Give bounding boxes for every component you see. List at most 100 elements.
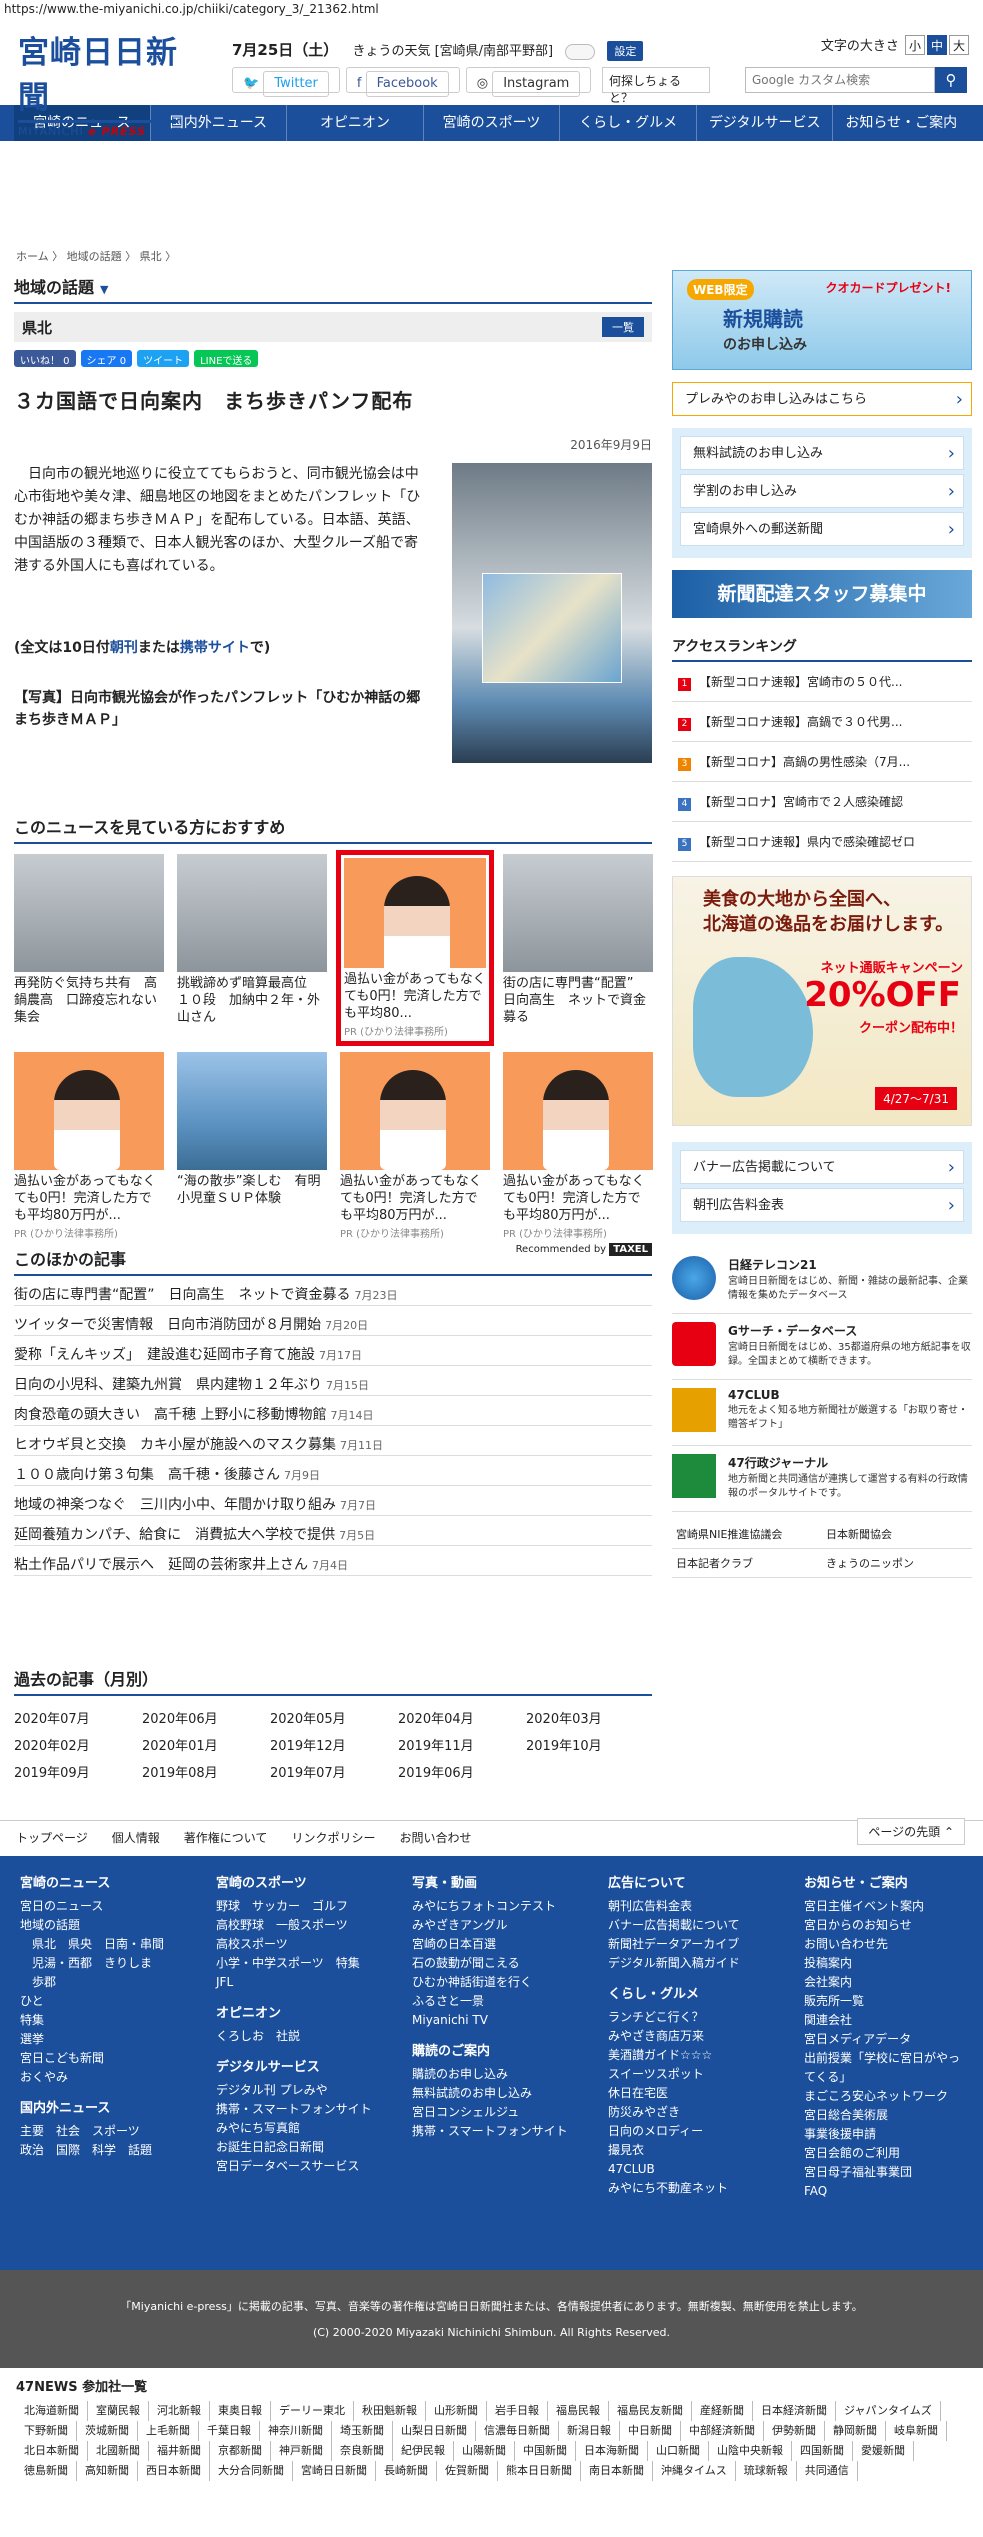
outside-link[interactable]: 宮崎県外への郵送新聞: [680, 512, 964, 547]
month-link[interactable]: 2019年07月: [270, 1762, 398, 1781]
news47-link[interactable]: 四国新聞: [792, 2441, 853, 2461]
footer-link[interactable]: みやざきアングル: [412, 1916, 568, 1935]
footer-link[interactable]: バナー広告掲載について: [608, 1916, 740, 1935]
month-link[interactable]: 2019年11月: [398, 1735, 526, 1754]
font-small-button[interactable]: 小: [905, 35, 925, 55]
news47-link[interactable]: 埼玉新聞: [332, 2421, 393, 2441]
news47-link[interactable]: 中国新聞: [515, 2441, 576, 2461]
section-title[interactable]: 地域の話題 ▼: [14, 270, 652, 304]
footer-link[interactable]: ふるさと一景: [412, 1992, 568, 2011]
news47-link[interactable]: 神戸新聞: [271, 2441, 332, 2461]
footer-link[interactable]: JFL: [216, 1973, 372, 1992]
footer-link[interactable]: 高校スポーツ: [216, 1935, 372, 1954]
footer-link[interactable]: 関連会社: [804, 2011, 964, 2030]
recommend-card-ad[interactable]: 過払い金があってもなくても0円！完済した方でも平均80... PR (ひかり法律事…: [336, 850, 494, 1046]
footer-link[interactable]: 投稿案内: [804, 1954, 964, 1973]
external-link[interactable]: 宮崎県NIE推進協議会: [672, 1520, 822, 1549]
footer-link[interactable]: 宮日総合美術展: [804, 2106, 964, 2125]
news47-link[interactable]: ジャパンタイムズ: [836, 2401, 941, 2421]
news47-link[interactable]: 宮崎日日新聞: [293, 2461, 376, 2481]
ranking-item[interactable]: 3 【新型コロナ】高鍋の男性感染（7月...: [672, 742, 972, 782]
recommend-card-ad[interactable]: 過払い金があってもなくても0円！完済した方でも平均80万円が... PR (ひかり…: [503, 1052, 653, 1240]
footer-link[interactable]: くろしお 社説: [216, 2027, 372, 2046]
news47-link[interactable]: 北國新聞: [88, 2441, 149, 2461]
share-button[interactable]: シェア 0: [80, 350, 133, 367]
footer-link[interactable]: ひむか神話街道を行く: [412, 1973, 568, 1992]
banner-ad-link[interactable]: バナー広告掲載について: [680, 1150, 964, 1185]
footer-link[interactable]: デジタル新聞入稿ガイド: [608, 1954, 740, 1973]
footer-link[interactable]: みやにちフォトコンテスト: [412, 1897, 568, 1916]
news47-link[interactable]: 琉球新報: [736, 2461, 797, 2481]
footer-link[interactable]: 宮日母子福祉事業団: [804, 2163, 964, 2182]
news47-link[interactable]: 岩手日報: [487, 2401, 548, 2421]
news47-link[interactable]: 共同通信: [797, 2461, 858, 2481]
footer-link[interactable]: 会社案内: [804, 1973, 964, 1992]
like-button[interactable]: いいね！ 0: [14, 350, 76, 367]
nav-opinion[interactable]: オピニオン: [287, 105, 424, 141]
footer-link[interactable]: リンクポリシー: [291, 1829, 375, 1848]
subscribe-banner[interactable]: WEB限定 クオカードプレゼント! 新規購読 のお申し込み: [672, 270, 972, 370]
footer-link[interactable]: 特集: [20, 2011, 164, 2030]
mobile-site-link[interactable]: 携帯サイト: [180, 640, 250, 656]
service-item[interactable]: Gサーチ・データベース 宮崎日日新聞をはじめ、35都道府県の地方紙記事を収録。全国…: [672, 1314, 972, 1380]
footer-link[interactable]: 政治 国際 科学 話題: [20, 2141, 164, 2160]
news47-link[interactable]: 奈良新聞: [332, 2441, 393, 2461]
news47-link[interactable]: 愛媛新聞: [853, 2441, 914, 2461]
footer-link[interactable]: 撮見衣: [608, 2141, 740, 2160]
news47-link[interactable]: 信濃毎日新聞: [476, 2421, 559, 2441]
footer-link[interactable]: 事業後援申請: [804, 2125, 964, 2144]
news47-link[interactable]: 秋田魁新報: [354, 2401, 426, 2421]
footer-link[interactable]: 著作権について: [184, 1829, 268, 1848]
news47-link[interactable]: 中部経済新聞: [681, 2421, 764, 2441]
question-link[interactable]: 何探しちょると？: [602, 67, 710, 105]
search-icon[interactable]: ⚲: [935, 67, 967, 93]
recommend-card[interactable]: 挑戦諦めず暗算最高位 １０段 加納中２年・外山さん: [177, 854, 327, 1042]
footer-link[interactable]: 携帯・スマートフォンサイト: [216, 2100, 372, 2119]
footer-link[interactable]: Miyanichi TV: [412, 2011, 568, 2030]
footer-link[interactable]: 野球 サッカー ゴルフ: [216, 1897, 372, 1916]
footer-link[interactable]: ひと: [20, 1992, 164, 2011]
footer-link[interactable]: 美酒讃ガイド☆☆☆: [608, 2046, 740, 2065]
news47-link[interactable]: 熊本日日新聞: [498, 2461, 581, 2481]
news47-link[interactable]: 南日本新聞: [581, 2461, 653, 2481]
news47-link[interactable]: 福島民友新聞: [609, 2401, 692, 2421]
month-link[interactable]: 2020年01月: [142, 1735, 270, 1754]
news47-link[interactable]: 山口新聞: [648, 2441, 709, 2461]
news47-link[interactable]: 室蘭民報: [88, 2401, 149, 2421]
font-large-button[interactable]: 大: [949, 35, 969, 55]
footer-link[interactable]: 主要 社会 スポーツ: [20, 2122, 164, 2141]
footer-link[interactable]: 石の鼓動が聞こえる: [412, 1954, 568, 1973]
instagram-button[interactable]: ◎ Instagram: [465, 67, 592, 97]
month-link[interactable]: 2019年06月: [398, 1762, 526, 1781]
breadcrumb[interactable]: ホーム 〉 地域の話題 〉 県北 〉: [16, 248, 176, 264]
month-link[interactable]: 2019年12月: [270, 1735, 398, 1754]
nav-info[interactable]: お知らせ・ご案内: [833, 105, 969, 141]
list-item[interactable]: ツイッターで災害情報 日向市消防団が８月開始 7月20日: [14, 1306, 652, 1336]
line-button[interactable]: LINEで送る: [194, 350, 259, 367]
font-medium-button[interactable]: 中: [927, 35, 947, 55]
month-link[interactable]: 2020年05月: [270, 1708, 398, 1727]
news47-link[interactable]: 大分合同新聞: [210, 2461, 293, 2481]
news47-link[interactable]: 福井新聞: [149, 2441, 210, 2461]
footer-link[interactable]: 選挙: [20, 2030, 164, 2049]
month-link[interactable]: 2020年04月: [398, 1708, 526, 1727]
news47-link[interactable]: 東奥日報: [210, 2401, 271, 2421]
external-link[interactable]: 日本記者クラブ: [672, 1549, 822, 1578]
footer-link[interactable]: 高校野球 一般スポーツ: [216, 1916, 372, 1935]
footer-link[interactable]: 朝刊広告料金表: [608, 1897, 740, 1916]
twitter-button[interactable]: 🐦 Twitter: [232, 67, 340, 97]
month-link[interactable]: 2019年10月: [526, 1735, 654, 1754]
news47-link[interactable]: 神奈川新聞: [260, 2421, 332, 2441]
list-item[interactable]: 街の店に専門書“配置” 日向高生 ネットで資金募る 7月23日: [14, 1276, 652, 1306]
list-item[interactable]: 愛称「えんキッズ」 建設進む延岡市子育て施設 7月17日: [14, 1336, 652, 1366]
service-item[interactable]: 日経テレコン21 宮崎日日新聞をはじめ、新聞・雑誌の最新記事、企業情報を集めたデー…: [672, 1248, 972, 1314]
paper-ad-link[interactable]: 朝刊広告料金表: [680, 1188, 964, 1223]
footer-link[interactable]: 宮日メディアデータ: [804, 2030, 964, 2049]
news47-link[interactable]: 北海道新聞: [16, 2401, 88, 2421]
news47-link[interactable]: 日本経済新聞: [753, 2401, 836, 2421]
footer-link[interactable]: 47CLUB: [608, 2160, 740, 2179]
premium-link[interactable]: プレみやのお申し込みはこちら: [672, 382, 972, 417]
footer-link[interactable]: お問い合わせ: [399, 1829, 471, 1848]
month-link[interactable]: 2020年03月: [526, 1708, 654, 1727]
recommend-card[interactable]: 再発防ぐ気持ち共有 高鍋農高 口蹄疫忘れない集会: [14, 854, 164, 1042]
